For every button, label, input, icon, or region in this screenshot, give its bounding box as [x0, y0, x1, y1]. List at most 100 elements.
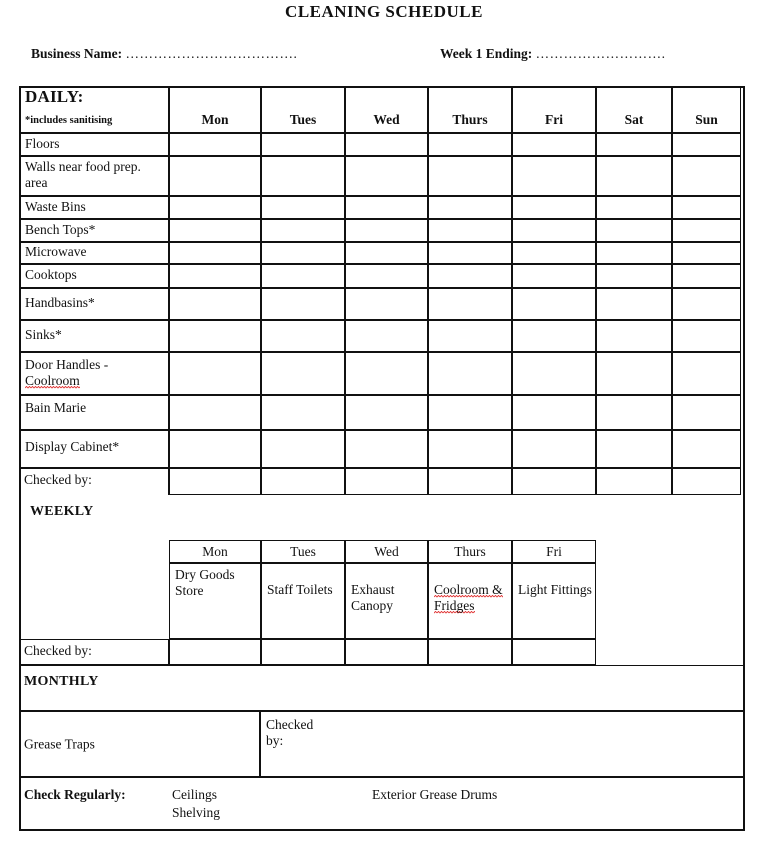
- daily-cell-checked-by-tues[interactable]: [261, 468, 345, 495]
- daily-cell-walls-fri[interactable]: [512, 156, 596, 196]
- daily-cell-door-handles-tues[interactable]: [261, 352, 345, 395]
- daily-cell-cooktops-fri[interactable]: [512, 264, 596, 288]
- daily-cell-bench-tops-fri[interactable]: [512, 219, 596, 242]
- daily-cell-cooktops-sun[interactable]: [672, 264, 741, 288]
- weekly-task-wed[interactable]: Exhaust Canopy: [345, 563, 428, 639]
- daily-cell-bain-marie-tues[interactable]: [261, 395, 345, 430]
- daily-cell-sinks-wed[interactable]: [345, 320, 428, 352]
- daily-cell-walls-mon[interactable]: [169, 156, 261, 196]
- daily-cell-walls-sat[interactable]: [596, 156, 672, 196]
- weekly-task-mon[interactable]: Dry Goods Store: [169, 563, 261, 639]
- daily-cell-bench-tops-wed[interactable]: [345, 219, 428, 242]
- daily-cell-display-cabinet-tues[interactable]: [261, 430, 345, 468]
- daily-cell-walls-tues[interactable]: [261, 156, 345, 196]
- daily-cell-bench-tops-sun[interactable]: [672, 219, 741, 242]
- daily-cell-handbasins-mon[interactable]: [169, 288, 261, 320]
- weekly-checked-by-tues[interactable]: [261, 639, 345, 665]
- weekly-checked-by-thurs[interactable]: [428, 639, 512, 665]
- daily-cell-sinks-mon[interactable]: [169, 320, 261, 352]
- daily-cell-handbasins-thurs[interactable]: [428, 288, 512, 320]
- daily-cell-microwave-sat[interactable]: [596, 242, 672, 264]
- daily-cell-walls-wed[interactable]: [345, 156, 428, 196]
- daily-row-label-bench-tops: Bench Tops*: [19, 219, 169, 242]
- daily-cell-bain-marie-mon[interactable]: [169, 395, 261, 430]
- daily-cell-cooktops-tues[interactable]: [261, 264, 345, 288]
- daily-cell-sinks-sun[interactable]: [672, 320, 741, 352]
- daily-cell-floors-mon[interactable]: [169, 133, 261, 156]
- check-regularly-row: Check Regularly: Ceilings Shelving Exter…: [19, 777, 745, 831]
- week-ending-dotted-line: ……………………….: [535, 46, 666, 61]
- daily-cell-bain-marie-thurs[interactable]: [428, 395, 512, 430]
- daily-cell-waste-bins-wed[interactable]: [345, 196, 428, 219]
- business-name-field[interactable]: Business Name: ……………………………….: [31, 46, 297, 62]
- daily-cell-floors-thurs[interactable]: [428, 133, 512, 156]
- daily-cell-microwave-mon[interactable]: [169, 242, 261, 264]
- daily-cell-handbasins-fri[interactable]: [512, 288, 596, 320]
- daily-cell-floors-sat[interactable]: [596, 133, 672, 156]
- daily-cell-bain-marie-sat[interactable]: [596, 395, 672, 430]
- weekly-task-fri[interactable]: Light Fittings: [512, 563, 596, 639]
- daily-cell-bench-tops-thurs[interactable]: [428, 219, 512, 242]
- daily-cell-floors-tues[interactable]: [261, 133, 345, 156]
- daily-cell-floors-sun[interactable]: [672, 133, 741, 156]
- daily-cell-display-cabinet-thurs[interactable]: [428, 430, 512, 468]
- daily-cell-cooktops-thurs[interactable]: [428, 264, 512, 288]
- daily-cell-bench-tops-mon[interactable]: [169, 219, 261, 242]
- daily-cell-bain-marie-wed[interactable]: [345, 395, 428, 430]
- daily-cell-display-cabinet-sat[interactable]: [596, 430, 672, 468]
- daily-cell-door-handles-mon[interactable]: [169, 352, 261, 395]
- daily-cell-floors-fri[interactable]: [512, 133, 596, 156]
- daily-cell-door-handles-fri[interactable]: [512, 352, 596, 395]
- daily-cell-sinks-thurs[interactable]: [428, 320, 512, 352]
- daily-cell-waste-bins-sat[interactable]: [596, 196, 672, 219]
- daily-cell-bench-tops-sat[interactable]: [596, 219, 672, 242]
- daily-cell-checked-by-mon[interactable]: [169, 468, 261, 495]
- daily-cell-microwave-sun[interactable]: [672, 242, 741, 264]
- daily-cell-door-handles-wed[interactable]: [345, 352, 428, 395]
- week-ending-field[interactable]: Week 1 Ending: ……………………….: [440, 46, 666, 62]
- daily-cell-door-handles-thurs[interactable]: [428, 352, 512, 395]
- weekly-checked-by-mon[interactable]: [169, 639, 261, 665]
- daily-cell-microwave-fri[interactable]: [512, 242, 596, 264]
- daily-cell-sinks-tues[interactable]: [261, 320, 345, 352]
- daily-cell-walls-sun[interactable]: [672, 156, 741, 196]
- daily-cell-cooktops-wed[interactable]: [345, 264, 428, 288]
- daily-cell-sinks-fri[interactable]: [512, 320, 596, 352]
- daily-cell-bench-tops-tues[interactable]: [261, 219, 345, 242]
- daily-cell-handbasins-sat[interactable]: [596, 288, 672, 320]
- daily-cell-display-cabinet-sun[interactable]: [672, 430, 741, 468]
- daily-cell-waste-bins-tues[interactable]: [261, 196, 345, 219]
- daily-cell-microwave-tues[interactable]: [261, 242, 345, 264]
- monthly-checked-by-cell[interactable]: Checked by:: [260, 711, 745, 777]
- daily-cell-waste-bins-mon[interactable]: [169, 196, 261, 219]
- weekly-checked-by-fri[interactable]: [512, 639, 596, 665]
- daily-cell-handbasins-tues[interactable]: [261, 288, 345, 320]
- daily-cell-door-handles-sat[interactable]: [596, 352, 672, 395]
- daily-cell-waste-bins-fri[interactable]: [512, 196, 596, 219]
- daily-cell-display-cabinet-wed[interactable]: [345, 430, 428, 468]
- daily-cell-bain-marie-fri[interactable]: [512, 395, 596, 430]
- daily-cell-floors-wed[interactable]: [345, 133, 428, 156]
- daily-cell-handbasins-wed[interactable]: [345, 288, 428, 320]
- daily-cell-checked-by-fri[interactable]: [512, 468, 596, 495]
- weekly-task-thurs[interactable]: Coolroom & Fridges: [428, 563, 512, 639]
- daily-cell-checked-by-sat[interactable]: [596, 468, 672, 495]
- weekly-task-tues[interactable]: Staff Toilets: [261, 563, 345, 639]
- daily-cell-display-cabinet-fri[interactable]: [512, 430, 596, 468]
- daily-cell-microwave-thurs[interactable]: [428, 242, 512, 264]
- daily-cell-waste-bins-sun[interactable]: [672, 196, 741, 219]
- daily-cell-microwave-wed[interactable]: [345, 242, 428, 264]
- daily-cell-bain-marie-sun[interactable]: [672, 395, 741, 430]
- daily-cell-walls-thurs[interactable]: [428, 156, 512, 196]
- daily-cell-sinks-sat[interactable]: [596, 320, 672, 352]
- weekly-checked-by-wed[interactable]: [345, 639, 428, 665]
- daily-cell-checked-by-sun[interactable]: [672, 468, 741, 495]
- daily-cell-cooktops-mon[interactable]: [169, 264, 261, 288]
- daily-cell-cooktops-sat[interactable]: [596, 264, 672, 288]
- daily-cell-checked-by-thurs[interactable]: [428, 468, 512, 495]
- daily-cell-waste-bins-thurs[interactable]: [428, 196, 512, 219]
- daily-cell-checked-by-wed[interactable]: [345, 468, 428, 495]
- daily-cell-door-handles-sun[interactable]: [672, 352, 741, 395]
- daily-cell-display-cabinet-mon[interactable]: [169, 430, 261, 468]
- daily-cell-handbasins-sun[interactable]: [672, 288, 741, 320]
